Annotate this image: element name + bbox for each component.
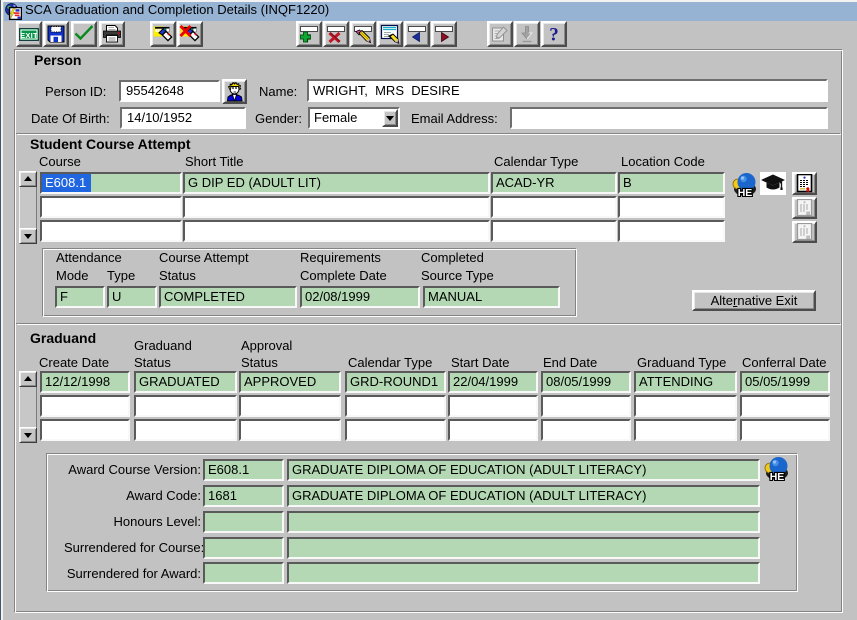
svg-text:HE: HE (770, 471, 785, 481)
svg-text:HE: HE (738, 187, 753, 197)
svg-text:EXIT: EXIT (20, 31, 38, 40)
svg-text:?: ? (549, 25, 559, 46)
